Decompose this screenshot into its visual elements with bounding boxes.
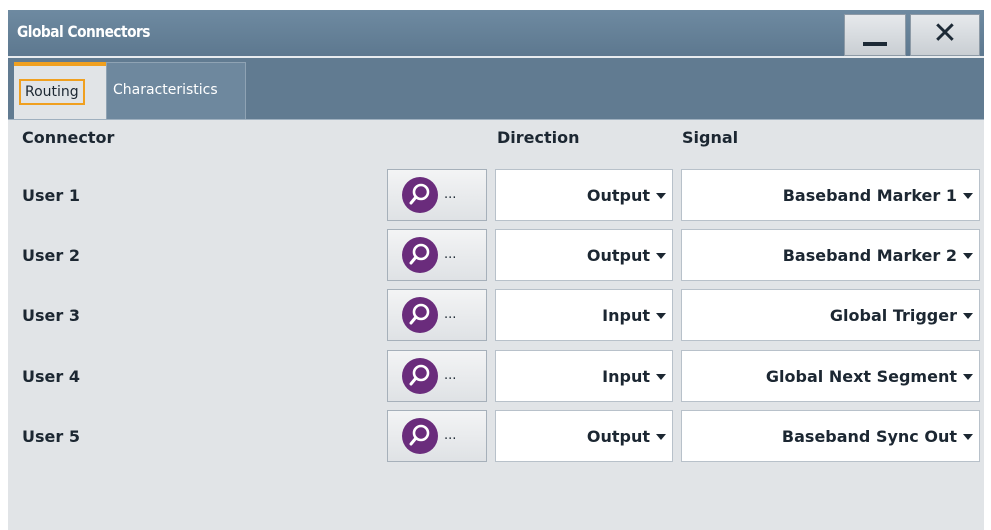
- chevron-down-icon: [656, 374, 666, 380]
- chevron-down-icon: [963, 193, 973, 199]
- magnifier-icon: [402, 418, 438, 454]
- direction-dropdown[interactable]: Output: [495, 169, 673, 221]
- select-ellipsis: ...: [444, 247, 457, 262]
- chevron-down-icon: [656, 193, 666, 199]
- connector-label: User 3: [22, 306, 80, 325]
- chevron-down-icon: [963, 374, 973, 380]
- minimize-icon: [863, 42, 887, 46]
- direction-dropdown[interactable]: Output: [495, 410, 673, 462]
- column-header-connector: Connector: [22, 128, 115, 147]
- direction-dropdown[interactable]: Input: [495, 350, 673, 402]
- magnifier-icon: [402, 177, 438, 213]
- close-button[interactable]: ✕: [910, 14, 980, 56]
- tab-routing-label: Routing: [19, 79, 85, 105]
- magnifier-icon: [402, 237, 438, 273]
- tab-characteristics[interactable]: Characteristics: [106, 62, 246, 119]
- signal-value: Global Next Segment: [765, 367, 957, 386]
- tab-characteristics-label: Characteristics: [113, 82, 218, 98]
- title-bar[interactable]: Global Connectors ✕: [8, 10, 984, 58]
- magnifier-icon: [402, 358, 438, 394]
- signal-dropdown[interactable]: Baseband Marker 1: [681, 169, 980, 221]
- connector-label: User 5: [22, 427, 80, 446]
- signal-dropdown[interactable]: Baseband Sync Out: [681, 410, 980, 462]
- tab-bar: Routing Characteristics: [8, 58, 984, 120]
- signal-value: Baseband Marker 2: [782, 246, 957, 265]
- chevron-down-icon: [963, 313, 973, 319]
- select-ellipsis: ...: [444, 187, 457, 202]
- direction-value: Output: [586, 186, 650, 205]
- column-header-signal: Signal: [682, 128, 739, 147]
- direction-value: Input: [602, 367, 650, 386]
- direction-value: Output: [586, 427, 650, 446]
- column-header-direction: Direction: [497, 128, 580, 147]
- chevron-down-icon: [656, 313, 666, 319]
- connector-select-button[interactable]: ...: [387, 289, 487, 341]
- chevron-down-icon: [656, 253, 666, 259]
- direction-value: Output: [586, 246, 650, 265]
- connector-select-button[interactable]: ...: [387, 169, 487, 221]
- select-ellipsis: ...: [444, 368, 457, 383]
- tab-routing[interactable]: Routing: [14, 62, 106, 119]
- dialog-title: Global Connectors: [17, 22, 150, 41]
- direction-dropdown[interactable]: Output: [495, 229, 673, 281]
- connector-label: User 1: [22, 186, 80, 205]
- direction-dropdown[interactable]: Input: [495, 289, 673, 341]
- signal-value: Global Trigger: [829, 306, 957, 325]
- connector-select-button[interactable]: ...: [387, 350, 487, 402]
- signal-dropdown[interactable]: Baseband Marker 2: [681, 229, 980, 281]
- connector-label: User 2: [22, 246, 80, 265]
- direction-value: Input: [602, 306, 650, 325]
- signal-value: Baseband Sync Out: [781, 427, 957, 446]
- global-connectors-dialog: Global Connectors ✕ Routing Characterist…: [8, 10, 984, 530]
- connector-select-button[interactable]: ...: [387, 410, 487, 462]
- connector-select-button[interactable]: ...: [387, 229, 487, 281]
- chevron-down-icon: [963, 434, 973, 440]
- connector-label: User 4: [22, 367, 80, 386]
- minimize-button[interactable]: [844, 14, 906, 56]
- magnifier-icon: [402, 297, 438, 333]
- signal-dropdown[interactable]: Global Next Segment: [681, 350, 980, 402]
- chevron-down-icon: [656, 434, 666, 440]
- select-ellipsis: ...: [444, 428, 457, 443]
- signal-value: Baseband Marker 1: [782, 186, 957, 205]
- chevron-down-icon: [963, 253, 973, 259]
- select-ellipsis: ...: [444, 307, 457, 322]
- signal-dropdown[interactable]: Global Trigger: [681, 289, 980, 341]
- close-icon: ✕: [932, 16, 958, 51]
